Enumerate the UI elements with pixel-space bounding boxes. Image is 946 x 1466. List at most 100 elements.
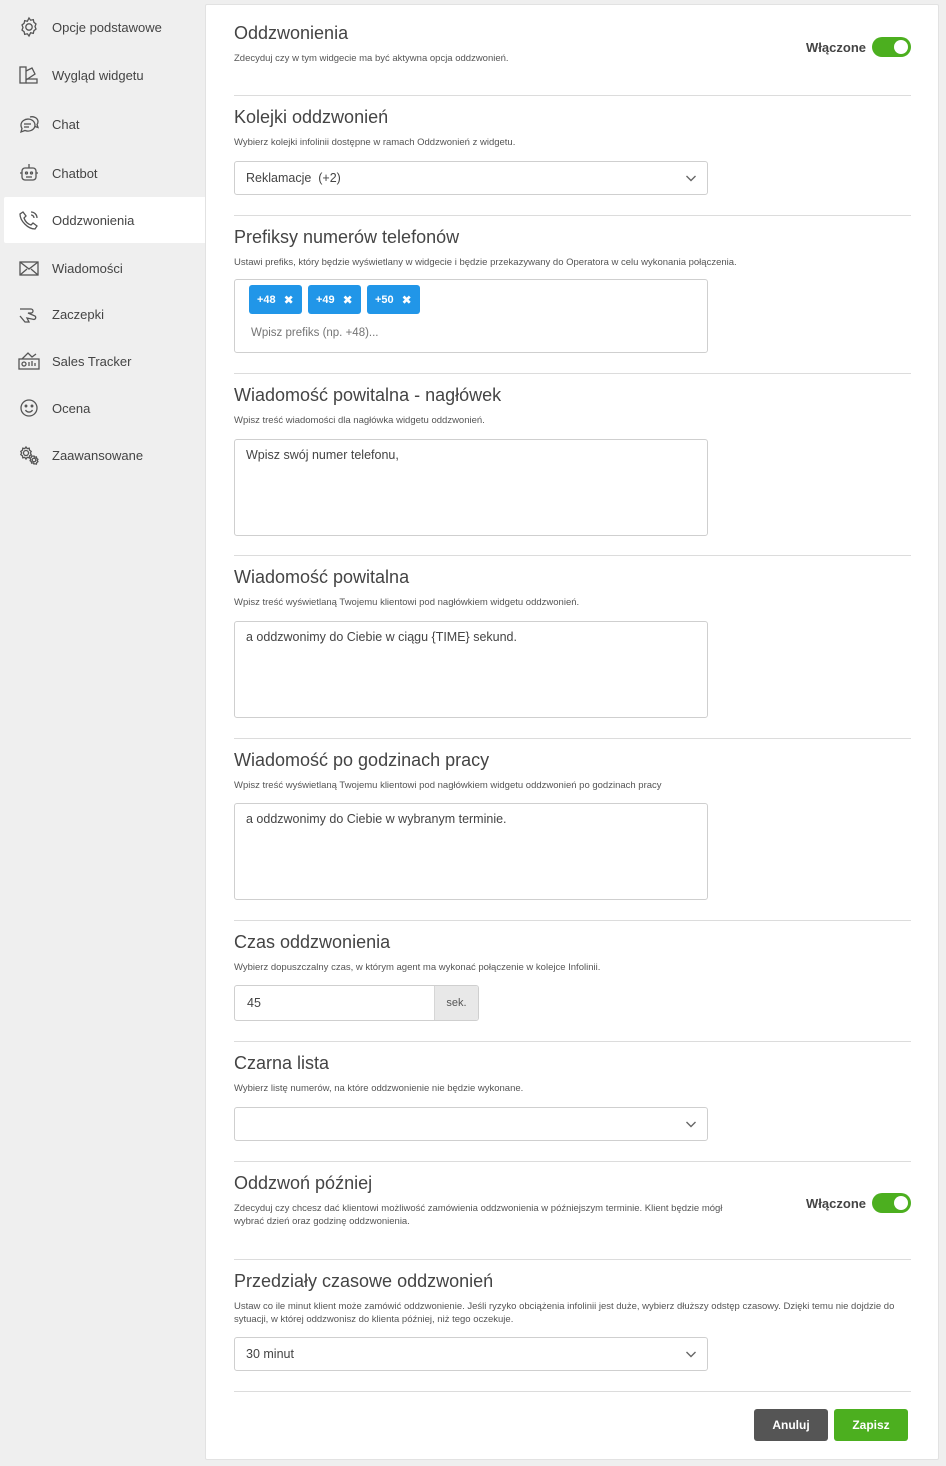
welcome-header-textarea[interactable]: Wpisz swój numer telefonu, <box>234 439 708 536</box>
sidebar-item-sales-tracker[interactable]: Sales Tracker <box>4 338 205 384</box>
section-welcome-header: Wiadomość powitalna - nagłówek Wpisz tre… <box>234 385 911 536</box>
sidebar-item-label: Sales Tracker <box>52 353 132 369</box>
settings-panel: Oddzwonienia Zdecyduj czy w tym widgecie… <box>205 4 939 1460</box>
chevron-down-icon <box>685 172 697 184</box>
chevron-down-icon <box>685 1348 697 1360</box>
sidebar-item-label: Wygląd widgetu <box>52 67 144 83</box>
remove-tag-icon[interactable]: ✖ <box>402 293 412 307</box>
toggle-label: Włączone <box>806 1195 866 1211</box>
gears-icon <box>16 442 42 468</box>
sidebar-item-label: Oddzwonienia <box>52 212 135 228</box>
divider <box>234 920 911 921</box>
divider <box>234 1041 911 1042</box>
robot-icon <box>16 160 42 186</box>
sidebar-item-widget-look[interactable]: Wygląd widgetu <box>4 52 205 98</box>
tag-label: +49 <box>316 293 335 306</box>
input-value: 45 <box>247 996 261 1010</box>
section-title: Wiadomość powitalna - nagłówek <box>234 385 502 405</box>
chat-bubbles-icon <box>16 111 42 137</box>
remove-tag-icon[interactable]: ✖ <box>284 293 294 307</box>
select-value: Reklamacje (+2) <box>246 171 341 185</box>
blacklist-select[interactable] <box>234 1107 708 1141</box>
sidebar-item-advanced[interactable]: Zaawansowane <box>4 432 205 478</box>
sidebar-item-label: Ocena <box>52 400 91 416</box>
call-later-toggle[interactable] <box>872 1193 911 1213</box>
sidebar-item-label: Wiadomości <box>52 260 123 276</box>
queues-select[interactable]: Reklamacje (+2) <box>234 161 708 195</box>
section-title: Prefiksy numerów telefonów <box>234 227 460 247</box>
section-description: Wybierz dopuszczalny czas, w którym agen… <box>234 962 601 973</box>
callbacks-toggle[interactable] <box>872 37 911 57</box>
section-prefixes: Prefiksy numerów telefonów Ustawi prefik… <box>234 227 911 353</box>
toggle-knob <box>894 40 908 54</box>
divider <box>234 1161 911 1162</box>
section-description: Wpisz treść wyświetlaną Twojemu klientow… <box>234 597 580 608</box>
divider <box>234 95 911 96</box>
section-title: Przedziały czasowe oddzwonień <box>234 1271 494 1291</box>
sidebar-item-chat[interactable]: Chat <box>4 101 205 147</box>
sidebar-item-hooks[interactable]: Zaczepki <box>4 291 205 337</box>
call-later-toggle-group: Włączone <box>806 1193 911 1213</box>
callback-time-input[interactable]: 45 sek. <box>234 985 479 1021</box>
sidebar-item-basic-options[interactable]: Opcje podstawowe <box>4 4 205 50</box>
section-description: Wpisz treść wyświetlaną Twojemu klientow… <box>234 780 662 791</box>
hand-icon <box>16 301 42 327</box>
toggle-knob <box>894 1196 908 1210</box>
intervals-select[interactable]: 30 minut <box>234 1337 708 1371</box>
save-button[interactable]: Zapisz <box>834 1409 908 1441</box>
section-callback-time: Czas oddzwonienia Wybierz dopuszczalny c… <box>234 932 911 1021</box>
section-callbacks: Oddzwonienia Zdecyduj czy w tym widgecie… <box>234 23 911 65</box>
welcome-message-textarea[interactable]: a oddzwonimy do Ciebie w ciągu {TIME} se… <box>234 621 708 718</box>
section-intervals: Przedziały czasowe oddzwonień Ustaw co i… <box>234 1271 911 1371</box>
prefix-tag: +50 ✖ <box>367 285 420 314</box>
divider <box>234 215 911 216</box>
sales-tracker-icon <box>16 348 42 374</box>
section-description: Zdecyduj czy chcesz dać klientowi możliw… <box>234 1203 723 1227</box>
divider <box>234 555 911 556</box>
section-description: Ustaw co ile minut klient może zamówić o… <box>234 1301 895 1325</box>
section-description: Wybierz listę numerów, na które oddzwoni… <box>234 1083 524 1094</box>
section-description: Wpisz treść wiadomości dla nagłówka widg… <box>234 415 485 426</box>
sidebar-item-label: Zaawansowane <box>52 447 144 463</box>
section-call-later: Oddzwoń później Zdecyduj czy chcesz dać … <box>234 1173 911 1228</box>
prefix-tag: +48 ✖ <box>249 285 302 314</box>
section-after-hours: Wiadomość po godzinach pracy Wpisz treść… <box>234 750 911 900</box>
tag-label: +50 <box>375 293 394 306</box>
callbacks-toggle-group: Włączone <box>806 37 911 57</box>
sidebar-item-rating[interactable]: Ocena <box>4 385 205 431</box>
divider <box>234 373 911 374</box>
sidebar: Opcje podstawowe Wygląd widgetu Chat Cha… <box>0 0 205 1466</box>
sidebar-item-chatbot[interactable]: Chatbot <box>4 150 205 196</box>
sidebar-item-label: Zaczepki <box>52 306 105 322</box>
section-queues: Kolejki oddzwonień Wybierz kolejki infol… <box>234 107 911 195</box>
prefix-tag-box[interactable]: +48 ✖ +49 ✖ +50 ✖ <box>234 279 708 353</box>
remove-tag-icon[interactable]: ✖ <box>343 293 353 307</box>
section-blacklist: Czarna lista Wybierz listę numerów, na k… <box>234 1053 911 1141</box>
sidebar-item-label: Chat <box>52 116 80 132</box>
palette-icon <box>16 62 42 88</box>
select-value: 30 minut <box>246 1347 294 1361</box>
sidebar-item-label: Opcje podstawowe <box>52 19 162 35</box>
divider <box>234 1391 911 1392</box>
section-description: Ustawi prefiks, który będzie wyświetlany… <box>234 257 737 268</box>
smiley-icon <box>16 395 42 421</box>
after-hours-textarea[interactable]: a oddzwonimy do Ciebie w wybranym termin… <box>234 803 708 900</box>
chevron-down-icon <box>685 1118 697 1130</box>
divider <box>234 738 911 739</box>
section-description: Wybierz kolejki infolinii dostępne w ram… <box>234 137 516 148</box>
gear-icon <box>16 14 42 40</box>
divider <box>234 1259 911 1260</box>
sidebar-item-callbacks[interactable]: Oddzwonienia <box>4 197 205 243</box>
section-title: Kolejki oddzwonień <box>234 107 389 127</box>
phone-callback-icon <box>16 207 42 233</box>
unit-label: sek. <box>434 986 478 1020</box>
prefix-tag: +49 ✖ <box>308 285 361 314</box>
section-welcome-message: Wiadomość powitalna Wpisz treść wyświetl… <box>234 567 911 718</box>
cancel-button[interactable]: Anuluj <box>754 1409 828 1441</box>
sidebar-item-label: Chatbot <box>52 165 98 181</box>
section-title: Czarna lista <box>234 1053 330 1073</box>
tag-label: +48 <box>257 293 276 306</box>
section-title: Wiadomość powitalna <box>234 567 410 587</box>
prefix-input[interactable] <box>251 327 551 339</box>
sidebar-item-messages[interactable]: Wiadomości <box>4 245 205 291</box>
